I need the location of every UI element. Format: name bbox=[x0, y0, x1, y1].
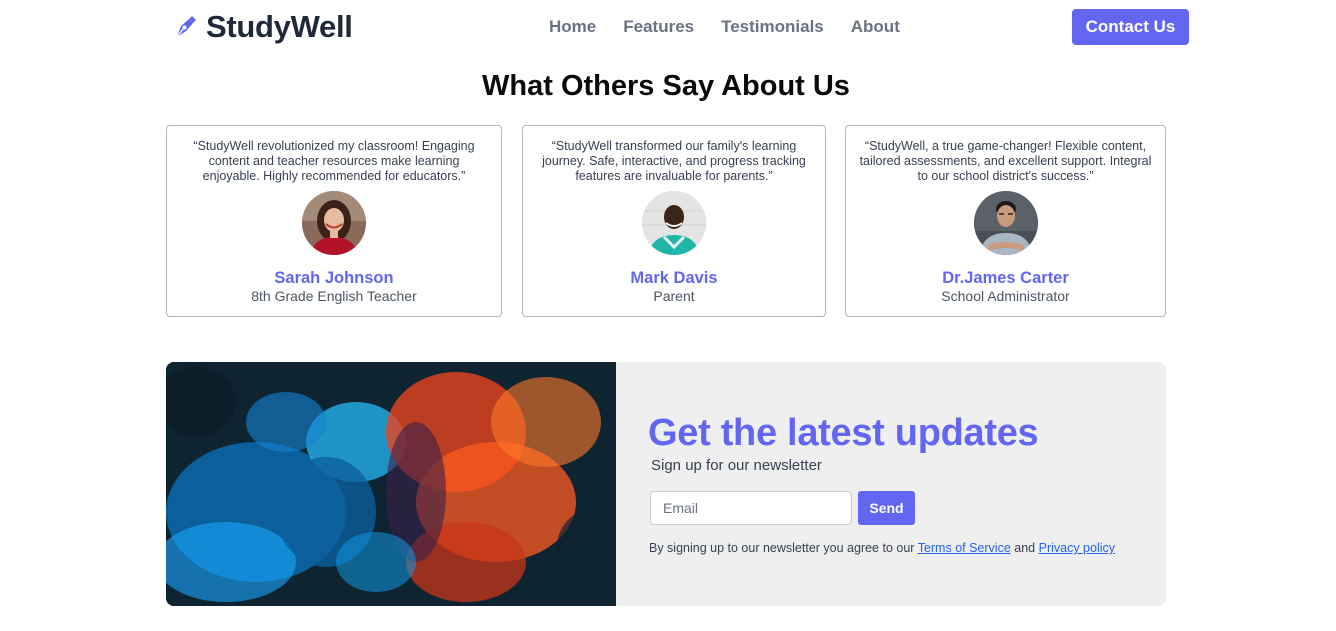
avatar bbox=[973, 191, 1038, 255]
testimonial-name: Sarah Johnson bbox=[274, 269, 394, 287]
testimonial-role: Parent bbox=[653, 288, 695, 304]
terms-of-service-link[interactable]: Terms of Service bbox=[918, 541, 1011, 555]
nav-about[interactable]: About bbox=[851, 17, 900, 37]
legal-and: and bbox=[1014, 541, 1036, 555]
testimonial-quote: “StudyWell revolutionized my classroom! … bbox=[193, 139, 475, 183]
testimonial-name: Dr.James Carter bbox=[942, 269, 1069, 287]
newsletter-subheading: Sign up for our newsletter bbox=[651, 457, 822, 474]
newsletter-legal-text: By signing up to our newsletter you agre… bbox=[649, 541, 1115, 555]
contact-us-button[interactable]: Contact Us bbox=[1072, 9, 1189, 45]
nav-features[interactable]: Features bbox=[623, 17, 694, 37]
testimonial-role: School Administrator bbox=[941, 288, 1070, 304]
privacy-policy-link[interactable]: Privacy policy bbox=[1039, 541, 1115, 555]
ink-smoke-image bbox=[166, 362, 616, 606]
testimonial-quote: “StudyWell, a true game-changer! Flexibl… bbox=[859, 139, 1152, 183]
email-input[interactable] bbox=[650, 491, 852, 525]
avatar bbox=[302, 191, 366, 255]
legal-prefix: By signing up to our newsletter you agre… bbox=[649, 541, 915, 555]
nav-home[interactable]: Home bbox=[549, 17, 596, 37]
testimonials-title: What Others Say About Us bbox=[482, 70, 850, 102]
testimonial-card: “StudyWell transformed our family's lear… bbox=[522, 125, 826, 317]
site-header: StudyWell Home Features Testimonials Abo… bbox=[0, 0, 1336, 56]
send-button[interactable]: Send bbox=[858, 491, 915, 525]
newsletter-section: Get the latest updates Sign up for our n… bbox=[166, 362, 1166, 606]
testimonial-quote: “StudyWell transformed our family's lear… bbox=[542, 139, 806, 183]
avatar bbox=[642, 191, 706, 255]
brand-name: StudyWell bbox=[206, 9, 353, 44]
testimonial-name: Mark Davis bbox=[630, 269, 718, 287]
pen-nib-icon bbox=[172, 14, 198, 40]
newsletter-heading: Get the latest updates bbox=[648, 412, 1039, 454]
main-nav: Home Features Testimonials About bbox=[549, 17, 900, 37]
nav-testimonials[interactable]: Testimonials bbox=[721, 17, 824, 37]
brand-logo[interactable]: StudyWell bbox=[172, 8, 353, 46]
testimonial-card: “StudyWell, a true game-changer! Flexibl… bbox=[845, 125, 1166, 317]
testimonial-role: 8th Grade English Teacher bbox=[251, 288, 417, 304]
testimonial-card: “StudyWell revolutionized my classroom! … bbox=[166, 125, 502, 317]
